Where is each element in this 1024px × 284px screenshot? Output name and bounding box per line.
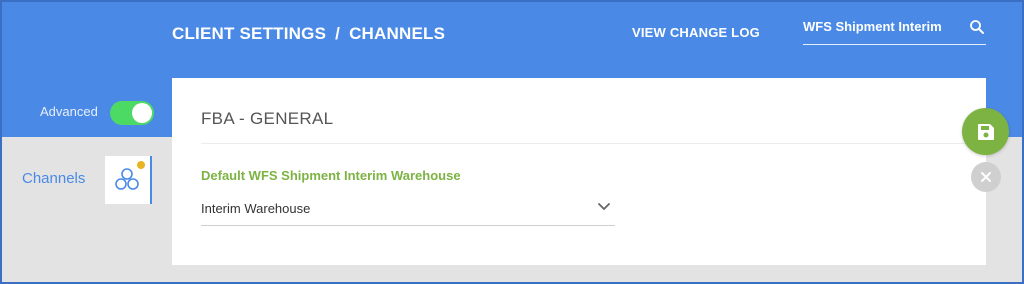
breadcrumb-channels: CHANNELS: [349, 24, 446, 43]
search-icon[interactable]: [968, 18, 986, 36]
divider: [201, 143, 986, 144]
warehouse-select[interactable]: Interim Warehouse: [201, 196, 615, 226]
select-value: Interim Warehouse: [201, 201, 311, 216]
save-icon: [977, 123, 994, 140]
search-input[interactable]: [803, 16, 958, 36]
view-change-log-link[interactable]: VIEW CHANGE LOG: [632, 25, 760, 40]
settings-card: FBA - GENERAL Default WFS Shipment Inter…: [172, 78, 986, 265]
toggle-knob: [132, 103, 152, 123]
breadcrumb-client-settings[interactable]: CLIENT SETTINGS: [172, 24, 326, 44]
close-icon: [981, 172, 991, 182]
breadcrumb-separator: /: [335, 24, 341, 43]
search-box[interactable]: [803, 12, 986, 45]
section-title: FBA - GENERAL: [201, 109, 334, 128]
chevron-down-icon: [598, 203, 610, 210]
cancel-button[interactable]: [971, 162, 1001, 192]
breadcrumb: CLIENT SETTINGS / CHANNELS: [172, 24, 445, 44]
channels-tile[interactable]: [105, 156, 152, 204]
save-button[interactable]: [962, 108, 1009, 155]
field-label: Default WFS Shipment Interim Warehouse: [201, 168, 461, 183]
advanced-label: Advanced: [40, 104, 98, 119]
advanced-toggle[interactable]: [110, 101, 154, 125]
channels-icon: [115, 168, 139, 190]
sidebar-item-channels[interactable]: Channels: [22, 170, 85, 187]
